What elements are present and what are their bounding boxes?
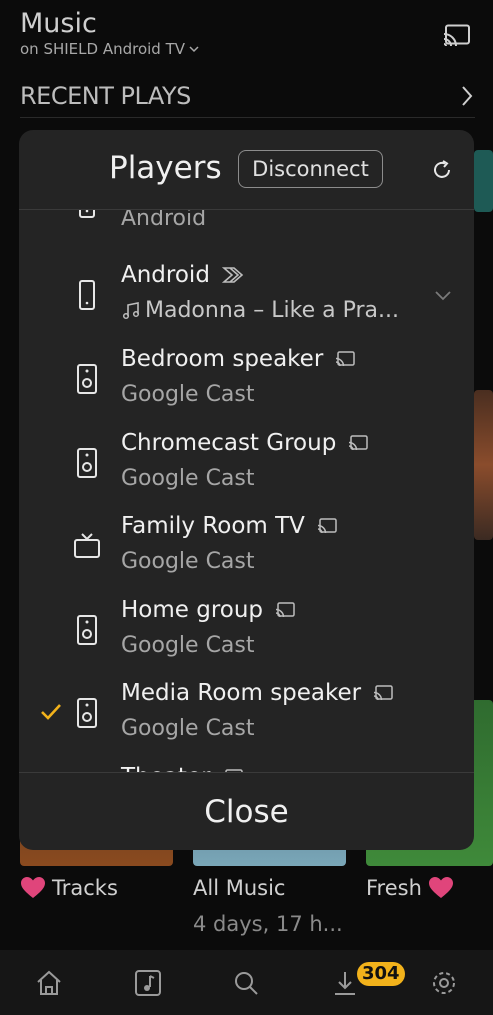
album-tile[interactable]	[474, 150, 493, 212]
phone-icon	[79, 210, 95, 218]
player-sub-text: Google Cast	[121, 549, 255, 574]
player-sub: Google Cast	[121, 633, 255, 658]
heart-icon	[21, 877, 45, 898]
player-sub: Android	[121, 210, 206, 231]
player-item[interactable]: Theater	[19, 762, 474, 772]
player-name: Android	[121, 262, 248, 288]
player-name: Bedroom speaker	[121, 346, 356, 372]
speaker-icon	[77, 448, 97, 478]
recent-plays-header[interactable]: RECENT PLAYS	[20, 74, 475, 118]
speaker-icon	[77, 698, 97, 728]
tv-icon	[74, 533, 100, 558]
cast-icon	[275, 602, 295, 618]
close-button[interactable]: Close	[204, 794, 288, 830]
cast-icon	[374, 685, 393, 701]
album-tile[interactable]	[474, 390, 493, 540]
dialog-header: Players Disconnect	[19, 130, 474, 210]
phone-icon	[79, 280, 95, 310]
player-item[interactable]: Android Madonna – Like a Pra...	[19, 260, 474, 344]
home-icon[interactable]	[34, 968, 64, 998]
player-name-text: Bedroom speaker	[121, 346, 324, 372]
chevron-down-icon	[189, 46, 199, 53]
player-name-text: Media Room speaker	[121, 680, 362, 706]
gear-icon[interactable]	[429, 968, 459, 998]
all-music-label[interactable]: All Music	[193, 876, 285, 900]
player-name: Chromecast Group	[121, 430, 369, 456]
player-name-text: Chromecast Group	[121, 430, 337, 456]
player-item[interactable]: Home group Google Cast	[19, 595, 474, 679]
download-count-badge: 304	[357, 962, 405, 986]
search-icon[interactable]	[231, 968, 261, 998]
player-item[interactable]: Chromecast Group Google Cast	[19, 428, 474, 512]
player-name-text: Android	[121, 262, 210, 288]
chevron-right-icon[interactable]	[459, 84, 475, 108]
music-note-icon[interactable]	[133, 968, 163, 998]
music-note-icon	[122, 301, 140, 319]
speaker-icon	[77, 364, 97, 394]
disconnect-button[interactable]: Disconnect	[238, 150, 383, 188]
now-playing-text: Madonna – Like a Pra...	[145, 298, 399, 323]
cast-icon[interactable]	[443, 24, 471, 46]
bottom-nav	[0, 950, 493, 1015]
tile-label-text: All Music	[193, 876, 286, 900]
chevron-down-icon[interactable]	[434, 290, 452, 302]
player-sub: Google Cast	[121, 549, 255, 574]
player-name: Home group	[121, 597, 295, 623]
device-selector[interactable]: on SHIELD Android TV	[20, 40, 199, 58]
player-item[interactable]: Family Room TV Google Cast	[19, 511, 474, 595]
playing-arrow-icon	[221, 267, 244, 283]
device-selector-label: on SHIELD Android TV	[20, 40, 186, 58]
section-title: RECENT PLAYS	[20, 81, 191, 110]
player-item[interactable]: Media Room speaker Google Cast	[19, 678, 474, 762]
player-sub-text: Google Cast	[121, 716, 255, 741]
refresh-icon[interactable]	[430, 158, 454, 182]
players-dialog: Players Disconnect Android Android Madon…	[19, 130, 474, 850]
player-sub-text: Google Cast	[121, 633, 255, 658]
app-title: Music	[20, 8, 97, 39]
tile-label-text: Fresh	[366, 876, 422, 900]
player-name: Media Room speaker	[121, 680, 393, 706]
fresh-label[interactable]: Fresh	[366, 876, 454, 900]
speaker-icon	[77, 615, 97, 645]
tile-label-text: Tracks	[52, 876, 118, 900]
cast-icon	[336, 351, 356, 367]
player-item[interactable]: Bedroom speaker Google Cast	[19, 344, 474, 428]
player-sub: Google Cast	[121, 716, 255, 741]
cast-icon	[349, 435, 369, 451]
player-item[interactable]: Android	[19, 210, 474, 252]
player-sub-text: Android	[121, 210, 207, 231]
player-sub: Google Cast	[121, 466, 255, 491]
player-sub: Google Cast	[121, 382, 255, 407]
player-name: Family Room TV	[121, 513, 337, 539]
download-icon[interactable]	[330, 968, 360, 998]
dialog-title: Players	[109, 150, 222, 186]
player-name: Theater	[121, 764, 243, 772]
checkmark-icon	[41, 704, 61, 720]
dialog-footer: Close	[19, 772, 474, 850]
player-sub-text: Google Cast	[121, 466, 255, 491]
player-name-text: Theater	[121, 764, 211, 772]
cast-icon	[317, 518, 337, 534]
player-name-text: Home group	[121, 597, 264, 623]
all-music-sub: 4 days, 17 h...	[193, 912, 343, 936]
player-name-text: Family Room TV	[121, 513, 305, 539]
heart-icon	[428, 877, 453, 898]
tracks-label[interactable]: Tracks	[20, 876, 118, 900]
player-list[interactable]: Android Android Madonna – Like a Pra... …	[19, 210, 474, 772]
player-sub: Madonna – Like a Pra...	[121, 298, 399, 323]
player-sub-text: Google Cast	[121, 382, 255, 407]
app-header: Music on SHIELD Android TV	[20, 8, 199, 58]
